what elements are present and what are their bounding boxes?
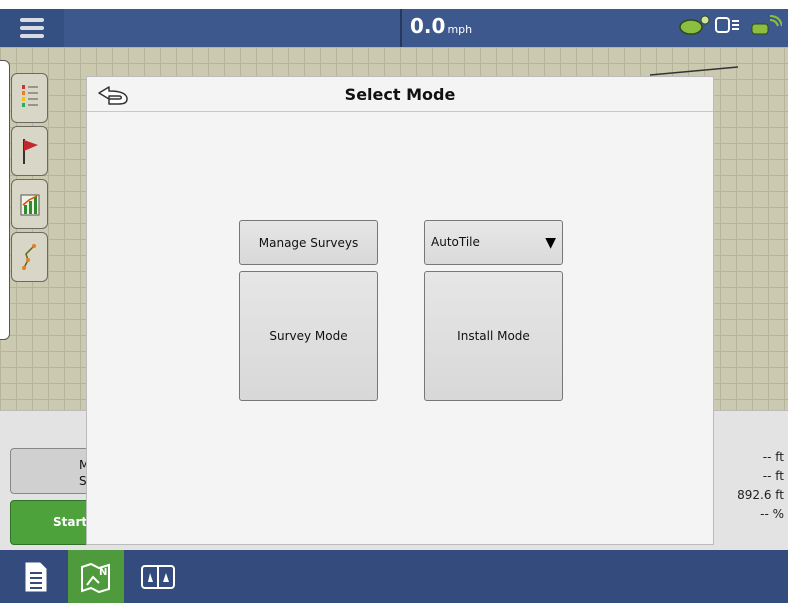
svg-text:N: N (99, 567, 107, 578)
dialog-title: Select Mode (344, 85, 456, 104)
map-north-icon: N (81, 562, 110, 593)
chart-icon (20, 194, 39, 216)
dropdown-arrow-icon: ▼ (545, 235, 556, 251)
split-view-icon (141, 564, 175, 589)
speed-divider (400, 9, 402, 47)
legend-tool-button[interactable] (11, 73, 48, 123)
stat-value: 892.6 ft (737, 488, 784, 502)
top-status-bar (0, 9, 788, 47)
stat-value: -- ft (762, 450, 784, 464)
left-panel-edge[interactable] (0, 60, 10, 340)
path-icon (21, 244, 36, 270)
mode-type-dropdown[interactable]: AutoTile ▼ (424, 220, 563, 265)
chart-tool-button[interactable] (11, 179, 48, 229)
display-icon[interactable] (714, 14, 742, 36)
flag-tool-button[interactable] (11, 126, 48, 176)
hamburger-line (20, 26, 44, 30)
hamburger-line (20, 18, 44, 22)
path-tool-button[interactable] (11, 232, 48, 282)
stat-value: -- ft (762, 469, 784, 483)
stats-readout: -- ft -- ft 892.6 ft -- % (715, 448, 788, 524)
report-icon (25, 562, 47, 591)
speed-readout: 0.0 mph (410, 14, 472, 38)
install-mode-button[interactable]: Install Mode (424, 271, 563, 401)
dropdown-selected-value: AutoTile (431, 235, 480, 249)
gps-status-icon[interactable] (678, 14, 710, 36)
speed-unit: mph (447, 23, 473, 36)
satellite-signal-icon[interactable] (750, 14, 782, 36)
map-nav-button[interactable]: N (68, 550, 124, 603)
manage-surveys-button[interactable]: Manage Surveys (239, 220, 378, 265)
legend-icon (21, 85, 38, 107)
speed-value: 0.0 (410, 14, 446, 38)
hamburger-line (20, 34, 44, 38)
stat-value: -- % (760, 507, 784, 521)
survey-mode-button[interactable]: Survey Mode (239, 271, 378, 401)
dialog-header: Select Mode (87, 77, 713, 112)
menu-button[interactable] (0, 9, 64, 47)
status-icons (678, 14, 782, 36)
select-mode-dialog: Select Mode Manage Surveys Survey Mode A… (86, 76, 714, 545)
split-view-nav-button[interactable] (130, 550, 186, 603)
report-nav-button[interactable] (8, 550, 64, 603)
flag-icon (22, 139, 38, 164)
